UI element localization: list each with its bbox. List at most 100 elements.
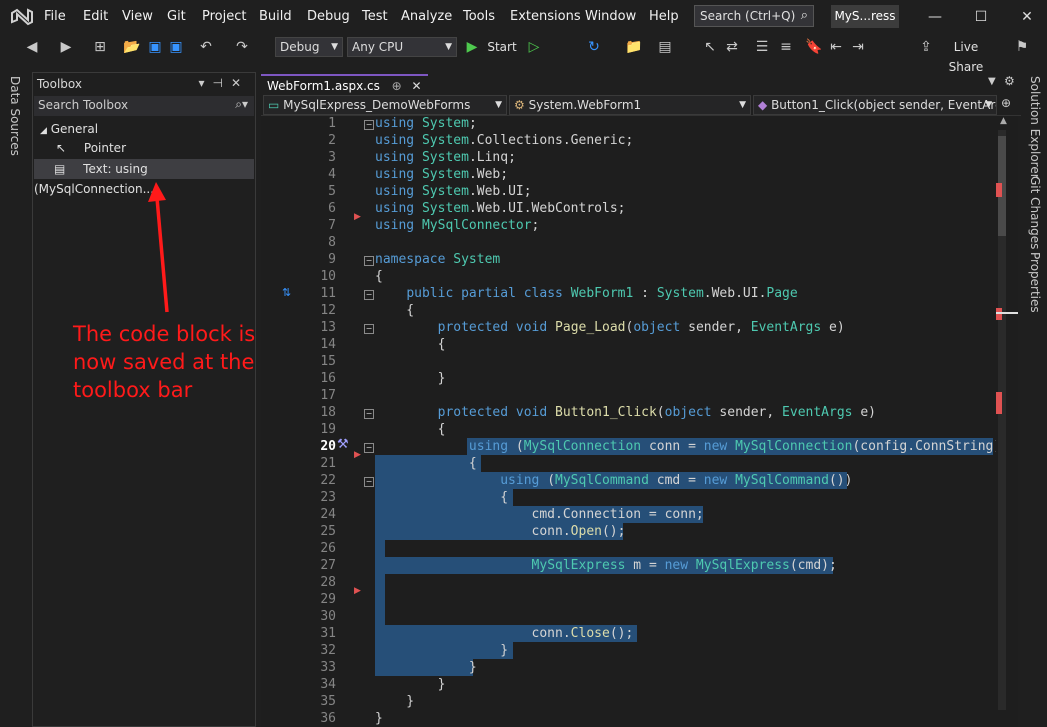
right-side-strip: Solution Explorer Git Changes Properties [1022, 70, 1047, 727]
menu-view[interactable]: View [122, 9, 153, 24]
undo-icon[interactable]: ↶ [196, 37, 216, 57]
toolbox-item-text-snippet[interactable]: ▤ Text: using (MySqlConnection... [34, 159, 254, 196]
select-icon[interactable]: ↖ [700, 37, 720, 57]
refresh-icon[interactable]: ↻ [584, 37, 604, 57]
menu-tools[interactable]: Tools [463, 9, 495, 24]
toolbox-group-general[interactable]: ◢ General [34, 119, 254, 139]
menu-debug[interactable]: Debug [307, 9, 350, 24]
toolbox-title: Toolbox [37, 77, 82, 91]
line-number: 25 [320, 524, 336, 539]
class-dropdown[interactable]: ⚙ System.WebForm1 ▼ [509, 95, 751, 115]
start-button[interactable]: Start [482, 37, 522, 57]
nav-member-label: Button1_Click(object sender, EventArgs [771, 98, 997, 112]
live-share-icon[interactable]: ⇪ [916, 37, 936, 57]
code-line: using System.Collections.Generic; [375, 133, 634, 148]
tab-webform1-cs[interactable]: WebForm1.aspx.cs ⊕ ✕ [261, 74, 428, 94]
project-dropdown[interactable]: ▭ MySqlExpress_DemoWebForms ▼ [263, 95, 507, 115]
save-all-icon[interactable]: ▣ [166, 37, 186, 57]
properties-tab[interactable]: Properties [1028, 252, 1042, 313]
settings-icon[interactable]: ⚙ [1004, 74, 1015, 88]
solution-explorer-tab[interactable]: Solution Explorer [1028, 76, 1042, 179]
line-number: 22 [320, 473, 336, 488]
line-number-current: 20 [320, 439, 336, 454]
close-tab-icon[interactable]: ✕ [412, 79, 422, 93]
live-share-button[interactable]: Live Share [936, 37, 996, 74]
comment-icon[interactable]: ≡ [776, 37, 796, 57]
compare-icon[interactable]: ⇄ [722, 37, 742, 57]
forward-icon[interactable]: ▶ [56, 37, 76, 57]
menu-edit[interactable]: Edit [83, 9, 108, 24]
csharp-project-icon: ▭ [268, 98, 280, 112]
feedback-icon[interactable]: ⚑ [1012, 37, 1032, 57]
bookmark-icon[interactable]: 🔖 [804, 37, 824, 57]
fold-toggle-icon[interactable]: − [364, 290, 374, 300]
solution-name-badge[interactable]: MyS...ress [831, 5, 899, 28]
code-line: { [375, 269, 383, 284]
fold-toggle-icon[interactable]: − [364, 324, 374, 334]
vertical-scrollbar[interactable]: ▲ [996, 116, 1018, 727]
redo-icon[interactable]: ↷ [232, 37, 252, 57]
configuration-dropdown[interactable]: Debug ▼ [275, 37, 343, 57]
pin-icon[interactable]: ⊕ [392, 79, 402, 93]
start-icon[interactable]: ▶ [464, 37, 480, 57]
minimize-icon[interactable]: — [920, 6, 950, 28]
back-icon[interactable]: ◀ [22, 37, 42, 57]
menu-test[interactable]: Test [362, 9, 388, 24]
class-icon: ⚙ [514, 98, 525, 112]
menu-git[interactable]: Git [167, 9, 186, 24]
visual-studio-logo-icon[interactable] [10, 6, 34, 28]
close-icon[interactable]: ✕ [1012, 6, 1042, 28]
next-bookmark-icon[interactable]: ⇥ [848, 37, 868, 57]
platform-dropdown[interactable]: Any CPU ▼ [347, 37, 457, 57]
browse-icon[interactable]: 📁 [624, 37, 644, 57]
selection-band [375, 574, 385, 625]
line-number: 27 [320, 558, 336, 573]
fold-toggle-icon[interactable]: − [364, 120, 374, 130]
search-input[interactable]: Search (Ctrl+Q) ⌕ [694, 5, 814, 27]
new-project-icon[interactable]: ⊞ [90, 37, 110, 57]
data-sources-tab[interactable]: Data Sources [8, 76, 22, 156]
change-marker-icon: ▶ [354, 450, 361, 460]
menu-build[interactable]: Build [259, 9, 292, 24]
fold-toggle-icon[interactable]: − [364, 477, 374, 487]
line-number: 31 [320, 626, 336, 641]
line-number: 14 [320, 337, 336, 352]
split-editor-icon[interactable]: ⊕ [1001, 96, 1011, 110]
git-changes-tab[interactable]: Git Changes [1028, 176, 1042, 249]
panel-controls[interactable]: ▾⊣✕ [198, 76, 249, 90]
line-number: 9 [328, 252, 336, 267]
menu-help[interactable]: Help [649, 9, 679, 24]
code-editor[interactable]: 1 2 3 4 5 6 7 8 9 10 11 12 13 14 15 16 1… [261, 116, 996, 727]
fold-toggle-icon[interactable]: − [364, 256, 374, 266]
maximize-icon[interactable]: ☐ [966, 6, 996, 28]
member-dropdown[interactable]: ◆ Button1_Click(object sender, EventArgs… [753, 95, 997, 115]
menu-window[interactable]: Window [585, 9, 636, 24]
chevron-down-icon: ▼ [739, 100, 746, 110]
start-without-debugging-icon[interactable]: ▷ [526, 37, 542, 57]
menu-extensions[interactable]: Extensions [510, 9, 581, 24]
tab-overflow-icon[interactable]: ▼ [988, 76, 996, 87]
nav-project-label: MySqlExpress_DemoWebForms [283, 98, 471, 112]
quick-action-icon[interactable]: ⚒ [337, 437, 349, 452]
chevron-down-icon: ▼ [445, 42, 452, 52]
code-lens-icon[interactable]: ⇅ [282, 286, 291, 299]
open-folder-icon[interactable]: 📂 [122, 37, 142, 57]
prev-bookmark-icon[interactable]: ⇤ [826, 37, 846, 57]
line-number: 36 [320, 711, 336, 726]
scroll-up-icon[interactable]: ▲ [1000, 116, 1007, 126]
code-line: } [375, 677, 446, 692]
menu-project[interactable]: Project [202, 9, 246, 24]
save-icon[interactable]: ▣ [145, 37, 165, 57]
caret-position-marker [996, 312, 1018, 314]
toolbox-search-input[interactable]: Search Toolbox ⌕▾ [34, 96, 254, 116]
group-label: General [50, 122, 99, 136]
fold-toggle-icon[interactable]: − [364, 409, 374, 419]
chevron-down-icon: ▼ [495, 100, 502, 110]
layout-icon[interactable]: ▤ [655, 37, 675, 57]
menu-file[interactable]: File [44, 9, 66, 24]
format-icon[interactable]: ☰ [752, 37, 772, 57]
line-number: 19 [320, 422, 336, 437]
fold-toggle-icon[interactable]: − [364, 443, 374, 453]
menu-analyze[interactable]: Analyze [401, 9, 452, 24]
toolbox-item-pointer[interactable]: ↖ Pointer [34, 138, 254, 158]
